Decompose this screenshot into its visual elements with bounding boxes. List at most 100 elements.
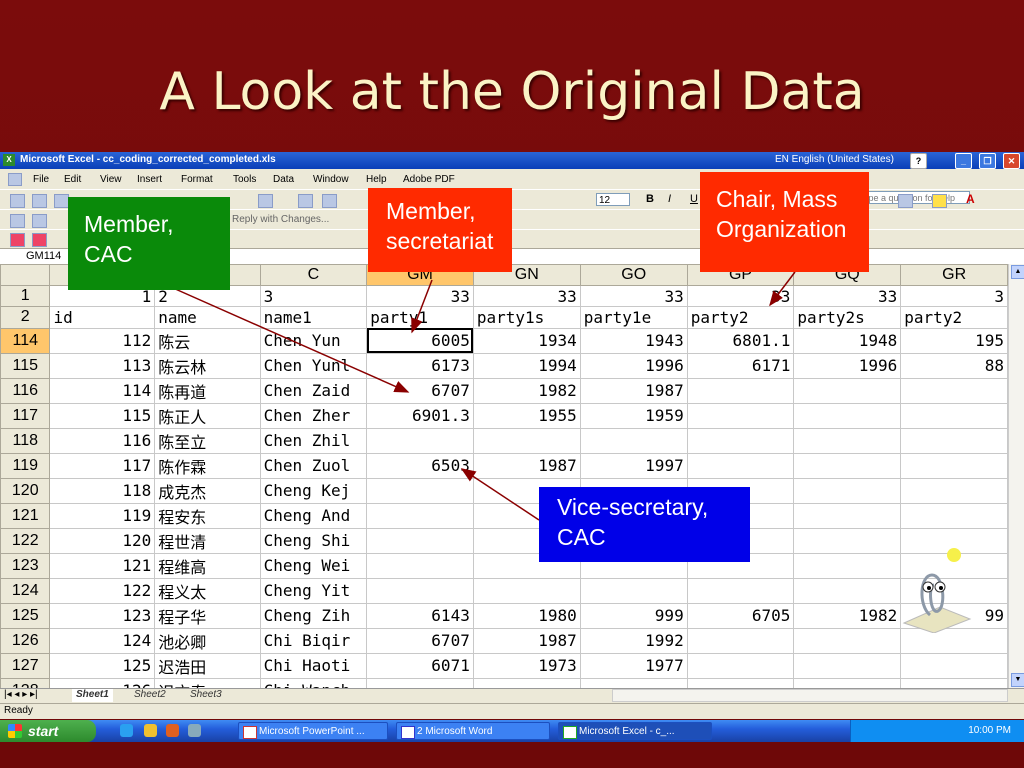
cell-go[interactable]: 1977 bbox=[579, 652, 688, 679]
cell-c2[interactable]: name bbox=[154, 306, 261, 329]
task-word[interactable]: 2 Microsoft Word bbox=[396, 722, 550, 740]
cell-gp[interactable]: 6801.1 bbox=[686, 327, 795, 354]
row-header[interactable]: 2 bbox=[0, 306, 51, 329]
cell-c3[interactable]: Cheng Shi bbox=[259, 527, 368, 554]
row-header[interactable]: 127 bbox=[0, 652, 51, 679]
cell-c2[interactable]: 陈正人 bbox=[154, 402, 261, 429]
cell-go[interactable]: 1997 bbox=[579, 452, 688, 479]
restore-button[interactable]: ❐ bbox=[979, 153, 996, 169]
cell-c2[interactable]: 陈再道 bbox=[154, 377, 261, 404]
worksheet-grid[interactable]: C GM GN GO GP GQ GR 1 1 2 3 33 33 33 33 33 3 2 id na… bbox=[0, 264, 1008, 688]
cell-gn[interactable]: 1955 bbox=[472, 402, 581, 429]
quicklaunch-icon[interactable] bbox=[188, 724, 201, 737]
horizontal-scrollbar[interactable] bbox=[612, 689, 1008, 702]
tab-nav-icon[interactable]: |◂ ◂ ▸ ▸| bbox=[4, 689, 38, 700]
cell-c1[interactable]: 121 bbox=[49, 552, 156, 579]
menu-adobe-pdf[interactable]: Adobe PDF bbox=[403, 174, 455, 185]
cell-go[interactable] bbox=[579, 577, 688, 604]
cell-go[interactable]: 1987 bbox=[579, 377, 688, 404]
select-all-corner[interactable] bbox=[0, 264, 51, 287]
cell-go[interactable]: 999 bbox=[579, 602, 688, 629]
cell-c1[interactable]: 123 bbox=[49, 602, 156, 629]
cell-gr[interactable]: 88 bbox=[900, 352, 1008, 379]
cell-gm[interactable] bbox=[366, 427, 474, 454]
cell-c2[interactable]: 成克杰 bbox=[154, 477, 261, 504]
cell-gq[interactable] bbox=[793, 652, 902, 679]
row-header[interactable]: 120 bbox=[0, 477, 51, 504]
cell-gm[interactable] bbox=[366, 552, 474, 579]
tab-sheet2[interactable]: Sheet2 bbox=[130, 689, 170, 702]
menu-file[interactable]: File bbox=[33, 174, 49, 185]
review-icon[interactable] bbox=[10, 214, 25, 228]
cell-c2[interactable]: 池必卿 bbox=[154, 627, 261, 654]
save-icon[interactable] bbox=[54, 194, 69, 208]
cell-gq[interactable] bbox=[793, 377, 902, 404]
italic-button[interactable]: I bbox=[668, 193, 671, 205]
cell-go[interactable]: 33 bbox=[579, 285, 688, 308]
cell-go[interactable]: 1959 bbox=[579, 402, 688, 429]
row-header[interactable]: 121 bbox=[0, 502, 51, 529]
cell-gp[interactable] bbox=[686, 402, 795, 429]
cell-gr[interactable] bbox=[900, 477, 1008, 504]
office-assistant-icon[interactable] bbox=[900, 545, 972, 633]
cell-gn[interactable]: 1980 bbox=[472, 602, 581, 629]
cell-gr[interactable] bbox=[900, 452, 1008, 479]
cell-c1[interactable]: 113 bbox=[49, 352, 156, 379]
cell-c2[interactable]: 程世清 bbox=[154, 527, 261, 554]
cell-c3[interactable]: Chen Zaid bbox=[259, 377, 368, 404]
menu-format[interactable]: Format bbox=[181, 174, 213, 185]
cell-gm[interactable] bbox=[366, 477, 474, 504]
cell-c3[interactable]: Chen Zher bbox=[259, 402, 368, 429]
cell-gq[interactable] bbox=[793, 402, 902, 429]
cell-gq[interactable] bbox=[793, 527, 902, 554]
cell-gn[interactable] bbox=[472, 677, 581, 688]
cell-gr[interactable] bbox=[900, 402, 1008, 429]
cell-gn[interactable]: 1982 bbox=[472, 377, 581, 404]
cell-gm[interactable]: party1 bbox=[366, 306, 474, 329]
cell-c3[interactable]: name1 bbox=[259, 306, 368, 329]
cell-c3[interactable]: Chen Yun bbox=[259, 327, 368, 354]
review-icon-2[interactable] bbox=[32, 214, 47, 228]
cell-gr[interactable] bbox=[900, 377, 1008, 404]
task-excel[interactable]: Microsoft Excel - c_... bbox=[558, 722, 712, 740]
cell-c3[interactable]: Cheng Wei bbox=[259, 552, 368, 579]
row-header[interactable]: 117 bbox=[0, 402, 51, 429]
cell-c3[interactable]: Chi Biqir bbox=[259, 627, 368, 654]
row-header[interactable]: 119 bbox=[0, 452, 51, 479]
help-icon[interactable]: ? bbox=[910, 153, 927, 169]
fill-color-icon[interactable] bbox=[932, 194, 947, 208]
cell-gn[interactable]: 1994 bbox=[472, 352, 581, 379]
cell-c3[interactable]: Chen Yunl bbox=[259, 352, 368, 379]
cell-gp[interactable] bbox=[686, 677, 795, 688]
menu-insert[interactable]: Insert bbox=[137, 174, 162, 185]
cell-gm[interactable] bbox=[366, 502, 474, 529]
cell-c2[interactable]: 陈云林 bbox=[154, 352, 261, 379]
new-icon[interactable] bbox=[10, 194, 25, 208]
borders-icon[interactable] bbox=[898, 194, 913, 208]
row-header[interactable]: 128 bbox=[0, 677, 51, 688]
window-titlebar[interactable]: X Microsoft Excel - cc_coding_corrected_… bbox=[0, 152, 1024, 169]
cell-gr[interactable]: 3 bbox=[900, 285, 1008, 308]
hyperlink-icon[interactable] bbox=[298, 194, 313, 208]
cell-c3[interactable]: 3 bbox=[259, 285, 368, 308]
vertical-scrollbar[interactable]: ▲ ▼ bbox=[1008, 264, 1024, 688]
cell-gp[interactable]: party2 bbox=[686, 306, 795, 329]
cell-gq[interactable]: 1996 bbox=[793, 352, 902, 379]
menu-view[interactable]: View bbox=[100, 174, 122, 185]
cell-c2[interactable]: 陈云 bbox=[154, 327, 261, 354]
cell-gq[interactable]: 1982 bbox=[793, 602, 902, 629]
open-icon[interactable] bbox=[32, 194, 47, 208]
cell-c2[interactable]: 陈至立 bbox=[154, 427, 261, 454]
cell-c2[interactable]: 程子华 bbox=[154, 602, 261, 629]
start-button[interactable]: start bbox=[0, 720, 96, 742]
cell-gn[interactable]: 1987 bbox=[472, 627, 581, 654]
autosum-icon[interactable] bbox=[322, 194, 337, 208]
reply-with-changes-button[interactable]: Reply with Changes... bbox=[232, 214, 329, 225]
cell-gm[interactable] bbox=[366, 527, 474, 554]
cell-gm[interactable]: 6707 bbox=[366, 377, 474, 404]
cell-go[interactable] bbox=[579, 427, 688, 454]
workbook-icon[interactable] bbox=[8, 173, 22, 186]
row-header[interactable]: 114 bbox=[0, 327, 51, 354]
cell-gm[interactable]: 6071 bbox=[366, 652, 474, 679]
cell-c1[interactable]: 117 bbox=[49, 452, 156, 479]
